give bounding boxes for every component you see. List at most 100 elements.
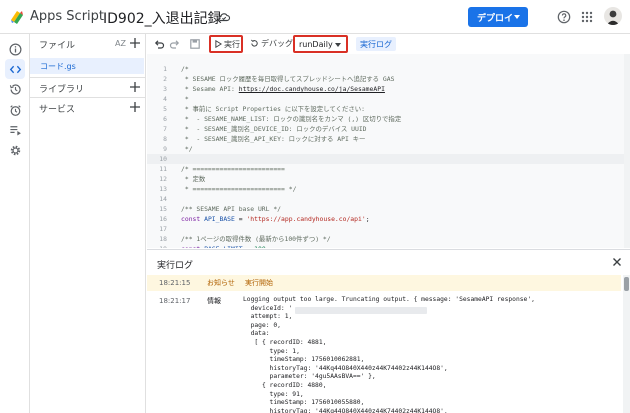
code-text: /** SESAME API base URL */: [181, 205, 282, 213]
line-number: 2: [163, 75, 167, 83]
alarm-clock-icon: [9, 104, 21, 116]
code-line: 8 * - SESAME_識別名_API_KEY: ロックに対する API キー: [147, 134, 630, 144]
sort-az-icon[interactable]: AZ: [115, 39, 126, 48]
code-text: /** 1ページの取得件数 (最新から100件ずつ) */: [181, 235, 331, 243]
rail-editor[interactable]: [5, 59, 25, 79]
code-text: */: [181, 145, 193, 153]
line-number: 1: [163, 65, 167, 73]
services-label: サービス: [39, 105, 76, 115]
log-scrollbar-thumb[interactable]: [624, 277, 629, 291]
code-line: 15 /** SESAME API base URL */: [147, 204, 630, 214]
code-text: * - SESAME_NAME_LIST: ロックの識別名をカンマ (,) 区切…: [181, 115, 402, 123]
line-number: 12: [159, 175, 167, 183]
code-text: *: [181, 95, 189, 103]
code-line: 10: [147, 154, 630, 164]
line-number: 4: [163, 95, 167, 103]
log-message-line: timeStamp: 1756010055880,: [243, 399, 365, 407]
debug-icon: [251, 39, 258, 47]
line-number: 17: [159, 225, 167, 233]
project-title[interactable]: ID902_入退出記録: [103, 8, 222, 28]
run-button[interactable]: 実行: [209, 35, 243, 53]
user-icon: [606, 10, 620, 25]
code-line: 2 * SESAME ロック履歴を毎日取得してスプレッドシートへ追記する GAS: [147, 74, 630, 84]
deploy-button-label: デプロイ: [477, 13, 514, 24]
rail-triggers[interactable]: [5, 100, 25, 120]
log-message-line: data:: [243, 330, 270, 338]
code-line: 6 * - SESAME_NAME_LIST: ロックの識別名をカンマ (,) …: [147, 114, 630, 124]
rail-overview[interactable]: [5, 39, 25, 59]
code-text: * - SESAME_識別名_DEVICE_ID: ロックのデバイス UUID: [181, 125, 367, 133]
gear-icon: [10, 145, 20, 155]
log-level: お知らせ: [207, 279, 235, 287]
line-number: 19: [147, 244, 167, 248]
code-text: * SESAME ロック履歴を毎日取得してスプレッドシートへ追記する GAS: [181, 75, 395, 83]
code-line: 18 /** 1ページの取得件数 (最新から100件ずつ) */: [147, 234, 630, 244]
info-icon: [9, 43, 21, 55]
code-text: const PAGE_LIMIT = 100;: [181, 244, 270, 248]
log-scrollbar[interactable]: [623, 275, 630, 413]
debug-button[interactable]: デバッグ: [250, 38, 293, 49]
log-time: 18:21:17: [159, 297, 191, 305]
chevron-down-icon: [514, 15, 520, 19]
code-line: 19 const PAGE_LIMIT = 100;: [147, 244, 630, 248]
rail-history[interactable]: [5, 79, 25, 99]
google-apps-icon[interactable]: [581, 11, 593, 23]
close-icon[interactable]: [612, 257, 622, 267]
code-text: * 事前に Script Properties に以下を設定してください:: [181, 105, 365, 113]
redo-icon[interactable]: [169, 38, 181, 50]
execution-log-panel: 実行ログ 18:21:15 お知らせ 実行開始 18:21:17 情報 Logg…: [147, 249, 630, 413]
file-item-code-gs[interactable]: コード.gs: [30, 58, 144, 74]
code-text: /* ========================: [181, 165, 285, 173]
log-message-line: { recordID: 4880,: [243, 382, 327, 389]
line-number: 13: [159, 185, 167, 193]
add-service-icon[interactable]: [129, 101, 141, 113]
undo-icon[interactable]: [153, 38, 165, 50]
code-text: * - SESAME_識別名_API_KEY: ロックに対する API キー: [181, 135, 366, 143]
execution-log-button[interactable]: 実行ログ: [356, 37, 396, 51]
code-line: 1 /*: [147, 64, 630, 74]
line-number: 10: [159, 155, 167, 163]
line-number: 14: [159, 195, 167, 203]
apps-script-logo[interactable]: [8, 8, 26, 26]
divider: [30, 77, 146, 78]
left-nav-rail: [0, 34, 30, 413]
avatar[interactable]: [604, 7, 622, 25]
add-library-icon[interactable]: [129, 81, 141, 93]
code-text: const API_BASE = 'https://app.candyhouse…: [181, 215, 370, 223]
deploy-button[interactable]: デプロイ: [468, 7, 528, 27]
rail-executions[interactable]: [5, 120, 25, 140]
code-line: 13 * ======================== */: [147, 184, 630, 194]
function-select[interactable]: runDaily: [293, 35, 348, 53]
add-file-icon[interactable]: [129, 37, 141, 49]
run-button-label: 実行: [224, 39, 240, 49]
code-line: 3 * Sesame API: https://doc.candyhouse.c…: [147, 84, 630, 94]
redacted-device-id: [295, 307, 427, 314]
code-line: 9 */: [147, 144, 630, 154]
help-icon[interactable]: [557, 10, 571, 24]
log-message-line: page: 0,: [243, 321, 281, 329]
line-number: 3: [163, 85, 167, 93]
log-message-line: timeStamp: 1756010062881,: [243, 356, 365, 364]
code-text: * 定数: [181, 175, 206, 183]
editor-scrollbar[interactable]: [624, 54, 630, 248]
line-number: 15: [159, 205, 167, 213]
code-text: * Sesame API: https://doc.candyhouse.co/…: [181, 85, 385, 93]
code-editor[interactable]: 1/* 2 * SESAME ロック履歴を毎日取得してスプレッドシートへ追記する …: [147, 54, 630, 248]
log-message-line: historyTag: '44Kq44O840X440z44K74402z44K…: [243, 407, 448, 413]
save-icon[interactable]: [189, 38, 201, 50]
line-number: 11: [159, 165, 167, 173]
code-line: 16 const API_BASE = 'https://app.candyhou…: [147, 214, 630, 224]
log-message-line: Logging output too large. Truncating out…: [243, 296, 535, 303]
editor-toolbar: 実行 デバッグ runDaily 実行ログ: [147, 34, 630, 54]
cloud-saved-icon: [218, 13, 231, 22]
debug-button-label: デバッグ: [261, 39, 293, 48]
line-number: 8: [163, 135, 167, 143]
log-row: 18:21:15 お知らせ 実行開始: [147, 275, 621, 291]
line-number: 16: [159, 215, 167, 223]
rail-settings[interactable]: [5, 140, 25, 160]
file-panel: ファイル AZ ライブラリ サービス: [30, 34, 146, 413]
log-panel-title: 実行ログ: [157, 261, 194, 271]
play-icon: [215, 40, 222, 48]
log-message-line: attempt: 1,: [243, 313, 293, 321]
executions-list-icon: [9, 125, 21, 136]
